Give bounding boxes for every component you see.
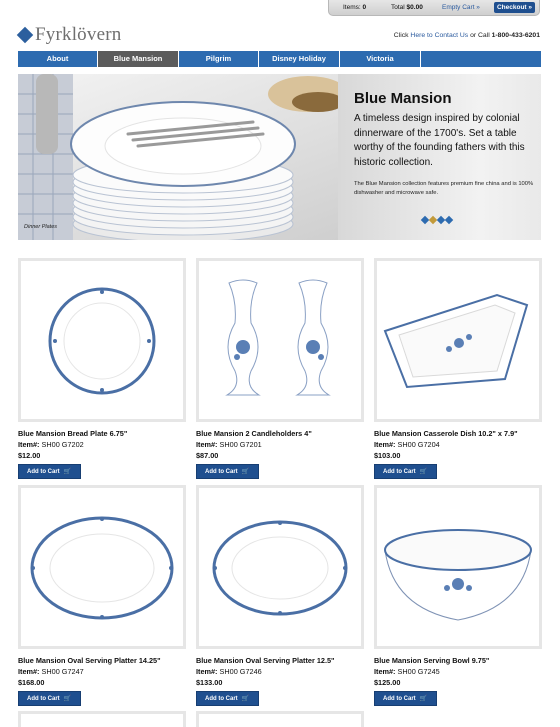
brand-name: Fyrklövern	[35, 24, 122, 45]
hero-caption: Dinner Plates	[24, 224, 58, 230]
main-nav: About Blue Mansion Pilgrim Disney Holida…	[18, 51, 541, 67]
product-name[interactable]: Blue Mansion 2 Candleholders 4"	[196, 429, 364, 438]
nav-tab-pilgrim[interactable]: Pilgrim	[179, 51, 259, 67]
cart-icon: 🛒	[419, 469, 428, 475]
contact-line: Click Here to Contact Us or Call 1-800-4…	[394, 32, 540, 39]
cart-total-value: $0.00	[406, 4, 423, 11]
product-card[interactable]: Blue Mansion Casserole Dish 10.2" x 7.9"…	[374, 258, 542, 479]
add-to-cart-label: Add to Cart	[27, 468, 60, 475]
add-to-cart-label: Add to Cart	[205, 695, 238, 702]
cart-icon: 🛒	[63, 469, 72, 475]
cart-total: Total $0.00	[391, 4, 423, 11]
product-image-serving-bowl[interactable]	[374, 485, 542, 649]
slide-indicators	[420, 215, 454, 225]
product-card-partial[interactable]	[18, 711, 186, 727]
product-name[interactable]: Blue Mansion Oval Serving Platter 12.5"	[196, 656, 364, 665]
brand-logo[interactable]: Fyrklövern	[16, 24, 122, 46]
cart-icon: 🛒	[241, 696, 250, 702]
nav-tab-blue-mansion[interactable]: Blue Mansion	[98, 51, 179, 67]
add-to-cart-button[interactable]: Add to Cart 🛒	[18, 464, 81, 479]
item-value: SH00 G7201	[219, 440, 262, 449]
product-name[interactable]: Blue Mansion Bread Plate 6.75"	[18, 429, 186, 438]
product-price: $133.00	[196, 678, 223, 687]
hero-description: The Blue Mansion collection features pre…	[354, 181, 534, 196]
item-value: SH00 G7247	[41, 667, 84, 676]
item-value: SH00 G7202	[41, 440, 84, 449]
add-to-cart-label: Add to Cart	[205, 468, 238, 475]
product-price: $168.00	[18, 678, 45, 687]
product-item-number: Item#: SH00 G7201	[196, 440, 364, 449]
hero-banner: Dinner Plates Blue Mansion A timeless de…	[18, 74, 541, 240]
add-to-cart-button[interactable]: Add to Cart 🛒	[374, 464, 437, 479]
product-price: $103.00	[374, 451, 401, 460]
item-label: Item#:	[196, 667, 218, 676]
item-label: Item#:	[18, 440, 40, 449]
cart-items-label: Items:	[343, 4, 361, 11]
hero-title: Blue Mansion	[354, 90, 452, 107]
product-image-oval-platter[interactable]	[18, 485, 186, 649]
product-item-number: Item#: SH00 G7245	[374, 667, 542, 676]
hero-tagline: A timeless design inspired by colonial d…	[354, 113, 525, 168]
add-to-cart-label: Add to Cart	[383, 468, 416, 475]
product-card[interactable]: Blue Mansion Serving Bowl 9.75" Item#: S…	[374, 485, 542, 706]
item-label: Item#:	[374, 440, 396, 449]
add-to-cart-button[interactable]: Add to Cart 🛒	[196, 691, 259, 706]
product-image-oval-platter[interactable]	[196, 485, 364, 649]
cart-icon: 🛒	[419, 696, 428, 702]
product-card[interactable]: Blue Mansion Oval Serving Platter 12.5" …	[196, 485, 364, 706]
product-price: $125.00	[374, 678, 401, 687]
product-item-number: Item#: SH00 G7202	[18, 440, 186, 449]
cart-total-label: Total	[391, 4, 405, 11]
add-to-cart-button[interactable]: Add to Cart 🛒	[196, 464, 259, 479]
product-price: $12.00	[18, 451, 41, 460]
product-image-candleholders[interactable]	[196, 258, 364, 422]
product-name[interactable]: Blue Mansion Casserole Dish 10.2" x 7.9"	[374, 429, 542, 438]
product-name[interactable]: Blue Mansion Serving Bowl 9.75"	[374, 656, 542, 665]
product-image-round-plate[interactable]	[18, 258, 186, 422]
contact-middle: or Call	[470, 32, 490, 39]
item-value: SH00 G7245	[397, 667, 440, 676]
cart-items-count: 0	[362, 4, 367, 11]
contact-prefix: Click	[393, 32, 409, 39]
cart-icon: 🛒	[241, 469, 250, 475]
cart-icon: 🛒	[63, 696, 72, 702]
item-value: SH00 G7204	[397, 440, 440, 449]
nav-tab-victoria[interactable]: Victoria	[340, 51, 421, 67]
add-to-cart-button[interactable]: Add to Cart 🛒	[374, 691, 437, 706]
product-item-number: Item#: SH00 G7246	[196, 667, 364, 676]
phone-number: 1-800-433-6201	[491, 32, 540, 39]
item-label: Item#:	[18, 667, 40, 676]
nav-tab-about[interactable]: About	[18, 51, 98, 67]
contact-link[interactable]: Here to Contact Us	[410, 32, 468, 39]
slide-dot-icon[interactable]	[444, 215, 454, 225]
checkout-button[interactable]: Checkout »	[494, 2, 535, 13]
cart-items: Items: 0	[343, 4, 366, 11]
item-label: Item#:	[374, 667, 396, 676]
empty-cart-link[interactable]: Empty Cart »	[442, 4, 480, 11]
add-to-cart-label: Add to Cart	[27, 695, 60, 702]
mini-cart-bar: Items: 0 Total $0.00 Empty Cart » Checko…	[328, 0, 540, 16]
product-price: $87.00	[196, 451, 219, 460]
product-card[interactable]: Blue Mansion 2 Candleholders 4" Item#: S…	[196, 258, 364, 479]
dinner-plates-photo: Dinner Plates	[18, 74, 348, 240]
nav-tab-disney-holiday[interactable]: Disney Holiday	[259, 51, 340, 67]
logo-diamond-icon	[16, 26, 34, 44]
product-image-casserole-dish[interactable]	[374, 258, 542, 422]
add-to-cart-label: Add to Cart	[383, 695, 416, 702]
item-label: Item#:	[196, 440, 218, 449]
product-card[interactable]: Blue Mansion Bread Plate 6.75" Item#: SH…	[18, 258, 186, 479]
add-to-cart-button[interactable]: Add to Cart 🛒	[18, 691, 81, 706]
hero-text-panel: Blue Mansion A timeless design inspired …	[338, 74, 541, 240]
product-card-partial[interactable]	[196, 711, 364, 727]
product-name[interactable]: Blue Mansion Oval Serving Platter 14.25"	[18, 656, 186, 665]
item-value: SH00 G7246	[219, 667, 262, 676]
product-item-number: Item#: SH00 G7204	[374, 440, 542, 449]
product-item-number: Item#: SH00 G7247	[18, 667, 186, 676]
product-card[interactable]: Blue Mansion Oval Serving Platter 14.25"…	[18, 485, 186, 706]
nav-filler	[421, 51, 541, 67]
